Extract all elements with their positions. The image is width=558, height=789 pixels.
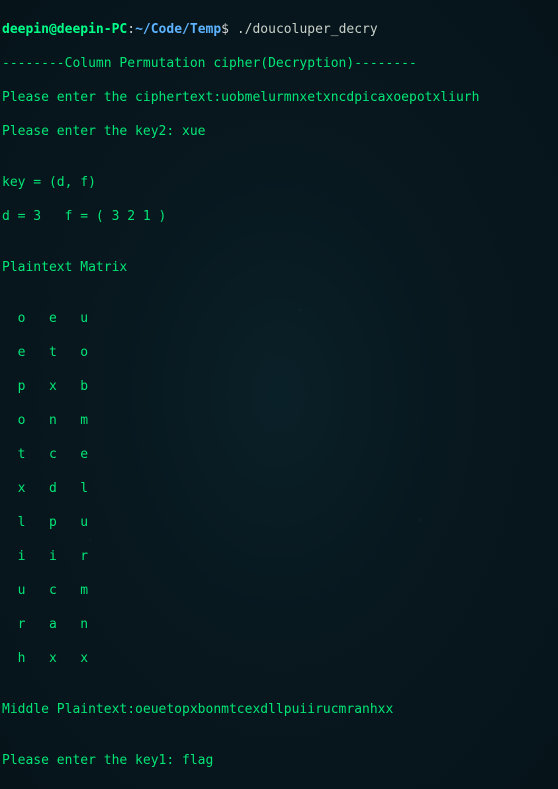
matrix-row: t c e [2,446,556,463]
key-df-line: key = (d, f) [2,174,556,191]
matrix-row: o e u [2,310,556,327]
enter-key1-line: Please enter the key1: flag [2,752,556,769]
key-values-line: d = 3 f = ( 3 2 1 ) [2,208,556,225]
matrix-row: r a n [2,616,556,633]
prompt-colon: : [127,22,135,37]
terminal-output[interactable]: deepin@deepin-PC:~/Code/Temp$ ./doucolup… [0,0,558,789]
matrix-row: p x b [2,378,556,395]
prompt-user: deepin [2,22,49,37]
matrix-row: u c m [2,582,556,599]
enter-ciphertext-line: Please enter the ciphertext:uobmelurmnxe… [2,89,556,106]
prompt-line: deepin@deepin-PC:~/Code/Temp$ ./doucolup… [2,21,556,38]
middle-plaintext-line: Middle Plaintext:oeuetopxbonmtcexdllpuii… [2,701,556,718]
matrix-row: i i r [2,548,556,565]
matrix-row: e t o [2,344,556,361]
plaintext-matrix-title: Plaintext Matrix [2,259,556,276]
enter-key2-line: Please enter the key2: xue [2,123,556,140]
prompt-path: ~/Code/Temp [135,22,221,37]
prompt-dollar: $ [221,22,237,37]
matrix-row: o n m [2,412,556,429]
matrix-row: h x x [2,650,556,667]
header-line: --------Column Permutation cipher(Decryp… [2,55,556,72]
prompt-host: deepin-PC [57,22,127,37]
command-text: ./doucoluper_decry [237,22,378,37]
matrix-row: l p u [2,514,556,531]
prompt-at: @ [49,22,57,37]
matrix-row: x d l [2,480,556,497]
